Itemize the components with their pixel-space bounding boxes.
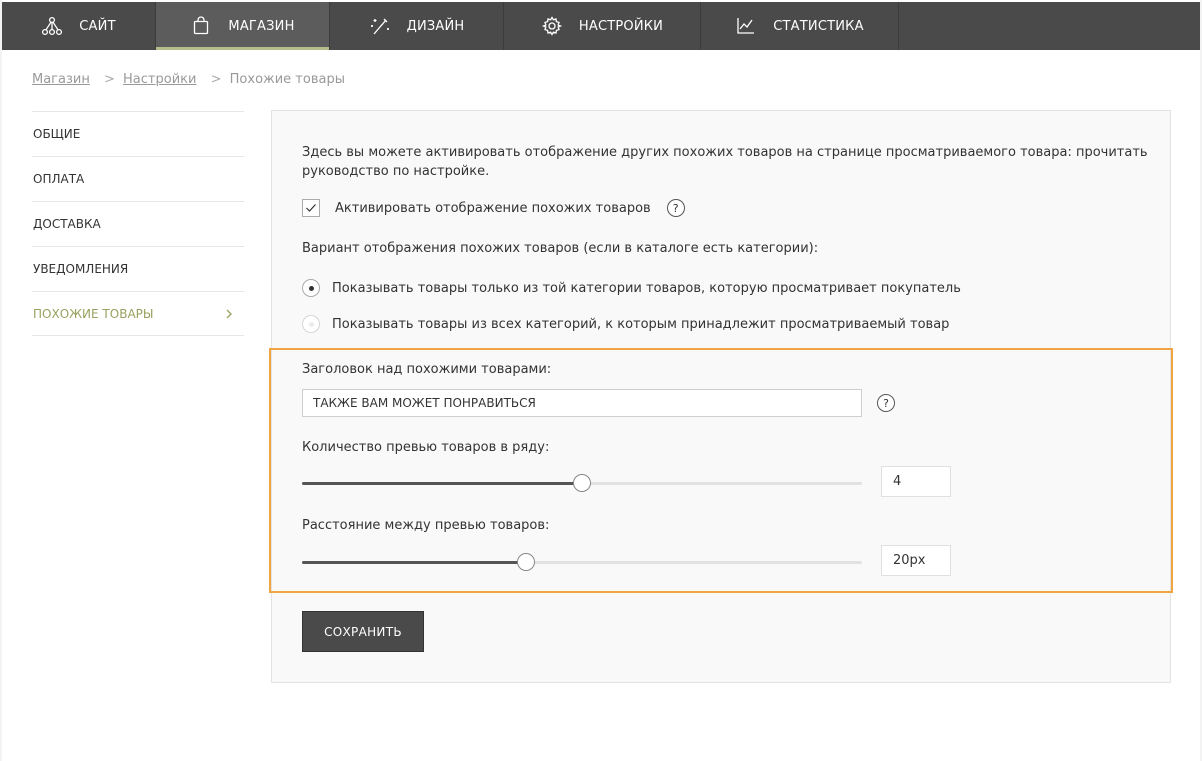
help-icon[interactable]: ? (666, 199, 685, 217)
variant-label: Вариант отображения похожих товаров (есл… (302, 241, 819, 256)
breadcrumb-link-shop[interactable]: Магазин (32, 72, 90, 87)
activate-checkbox[interactable] (302, 199, 320, 217)
nav-item-site[interactable]: САЙТ (2, 2, 156, 50)
sidebar-item-similar-products[interactable]: ПОХОЖИЕ ТОВАРЫ (32, 291, 244, 336)
radio-label: Показывать товары из всех категорий, к к… (332, 316, 950, 332)
top-navigation: САЙТ МАГАЗИН ДИЗАЙН НАСТРОЙКИ СТАТИСТИКА (2, 2, 1200, 50)
gap-value-box[interactable]: 20px (881, 545, 951, 576)
slider-fill (302, 482, 582, 485)
activate-label: Активировать отображение похожих товаров (335, 200, 651, 216)
gear-icon (541, 15, 563, 37)
sidebar-item-payment[interactable]: ОПЛАТА (32, 156, 244, 201)
breadcrumb-separator: > (210, 72, 222, 87)
nav-item-label: СТАТИСТИКА (773, 18, 864, 34)
breadcrumb-separator: > (103, 72, 115, 87)
radio-button-selected[interactable] (302, 279, 320, 297)
sidebar-item-label: ОБЩИЕ (33, 127, 81, 141)
nav-item-label: МАГАЗИН (228, 18, 295, 34)
site-network-icon (41, 15, 63, 37)
slider-handle[interactable] (517, 553, 535, 571)
nav-item-shop[interactable]: МАГАЗИН (156, 2, 330, 50)
nav-item-settings[interactable]: НАСТРОЙКИ (504, 2, 701, 50)
sidebar-item-notifications[interactable]: УВЕДОМЛЕНИЯ (32, 246, 244, 291)
radio-dot (308, 321, 314, 327)
intro-text: Здесь вы можете активировать отображение… (302, 145, 1148, 179)
radio-button[interactable] (302, 315, 320, 333)
heading-input[interactable] (302, 389, 862, 417)
nav-item-design[interactable]: ДИЗАЙН (330, 2, 504, 50)
radio-dot (308, 285, 314, 291)
breadcrumb-current: Похожие товары (229, 72, 345, 87)
line-chart-icon (735, 15, 757, 37)
radio-option-all-categories[interactable]: Показывать товары из всех категорий, к к… (302, 315, 949, 333)
sidebar-item-label: ОПЛАТА (33, 172, 85, 186)
slider-fill (302, 561, 526, 564)
nav-item-statistics[interactable]: СТАТИСТИКА (701, 2, 899, 50)
breadcrumb: Магазин > Настройки > Похожие товары (32, 72, 345, 87)
sidebar-item-general[interactable]: ОБЩИЕ (32, 111, 244, 156)
nav-item-label: НАСТРОЙКИ (578, 18, 664, 34)
nav-item-label: ДИЗАЙН (406, 18, 465, 34)
heading-field-label: Заголовок над похожими товарами: (302, 362, 552, 377)
magic-wand-icon (369, 15, 391, 37)
gap-slider[interactable] (302, 552, 862, 572)
sidebar-item-label: ДОСТАВКА (33, 217, 101, 231)
help-icon[interactable]: ? (877, 394, 895, 412)
breadcrumb-link-settings[interactable]: Настройки (123, 72, 196, 87)
settings-sidebar: ОБЩИЕ ОПЛАТА ДОСТАВКА УВЕДОМЛЕНИЯ ПОХОЖИ… (32, 111, 244, 336)
radio-option-same-category[interactable]: Показывать товары только из той категори… (302, 279, 961, 297)
nav-item-label: САЙТ (79, 18, 116, 34)
sidebar-item-label: ПОХОЖИЕ ТОВАРЫ (33, 306, 154, 321)
count-slider[interactable] (302, 473, 862, 493)
checkmark-icon (306, 204, 316, 212)
window-edge-left (0, 0, 2, 761)
radio-label: Показывать товары только из той категори… (332, 280, 961, 296)
count-slider-label: Количество превью товаров в ряду: (302, 440, 550, 455)
shopping-bag-icon (190, 15, 212, 37)
save-button[interactable]: СОХРАНИТЬ (302, 611, 424, 652)
gap-slider-label: Расстояние между превью товаров: (302, 518, 550, 533)
chevron-right-icon (224, 308, 234, 320)
count-value-box[interactable]: 4 (881, 466, 951, 497)
sidebar-item-delivery[interactable]: ДОСТАВКА (32, 201, 244, 246)
slider-handle[interactable] (573, 474, 591, 492)
sidebar-item-label: УВЕДОМЛЕНИЯ (33, 262, 129, 276)
activate-row: Активировать отображение похожих товаров… (302, 199, 685, 217)
